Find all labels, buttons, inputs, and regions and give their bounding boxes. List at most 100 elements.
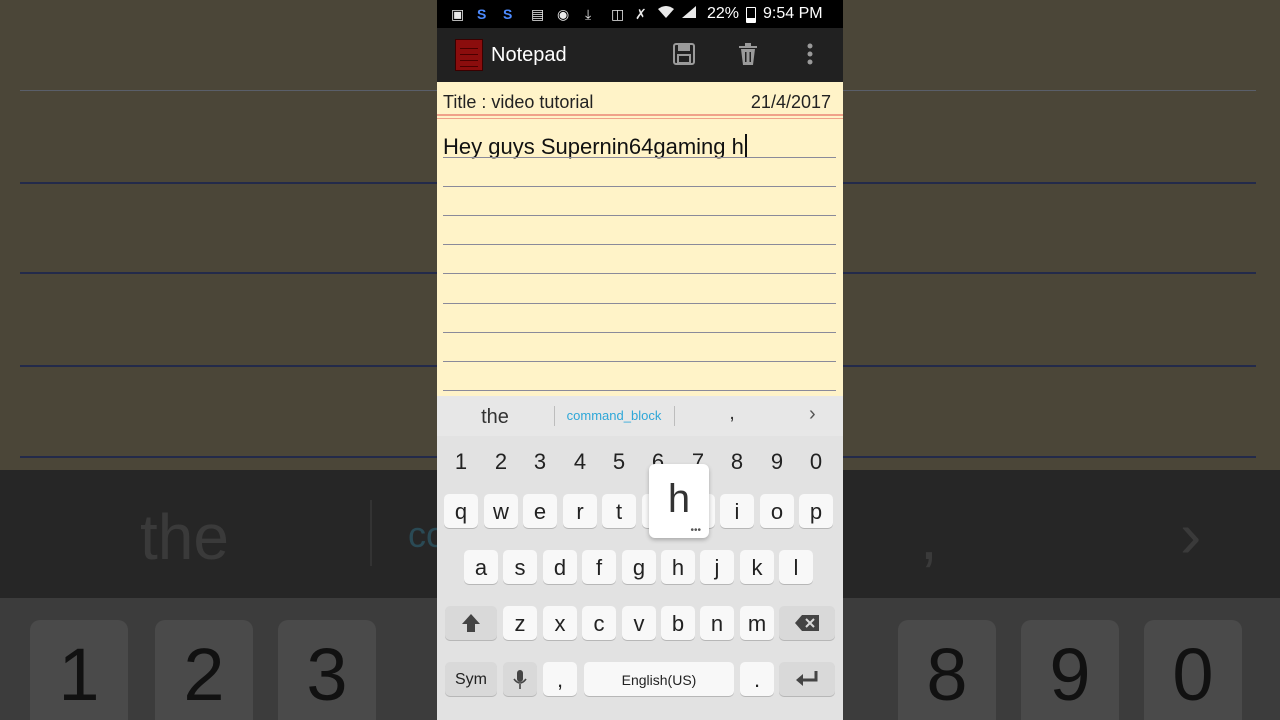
key-t[interactable]: t (602, 494, 636, 528)
wifi-icon (657, 5, 675, 23)
skype-icon: S (477, 6, 487, 22)
note-rule (443, 303, 836, 304)
background-key: 2 (155, 620, 253, 720)
background-key: 9 (1021, 620, 1119, 720)
clock: 9:54 PM (763, 5, 823, 22)
shift-icon (462, 614, 480, 632)
key-f[interactable]: f (582, 550, 616, 584)
key-e[interactable]: e (523, 494, 557, 528)
background-key: 1 (30, 620, 128, 720)
key-x[interactable]: x (543, 606, 577, 640)
note-rule (443, 215, 836, 216)
note-body-field[interactable]: Hey guys Supernin64gaming h (437, 118, 843, 396)
comma-key[interactable]: , (543, 662, 577, 696)
signal-icon (681, 5, 697, 23)
keyboard: 1 2 3 4 5 6 7 8 9 0 q w e r t y u i o p … (437, 436, 843, 720)
key-i[interactable]: i (720, 494, 754, 528)
note-rule (443, 273, 836, 274)
key-c[interactable]: c (582, 606, 616, 640)
briefcase-icon: ▤ (531, 6, 545, 22)
suggestion-item[interactable]: , (677, 402, 787, 425)
background-suggestion-comma: , (920, 501, 938, 573)
key-b[interactable]: b (661, 606, 695, 640)
phone-screen: ▣ S S ▤ ◉ ⤓ ◫ ✗ 22% 9:54 PM Notepad Titl… (437, 0, 843, 720)
background-suggestion-word: the (140, 501, 229, 573)
key-m[interactable]: m (740, 606, 774, 640)
key-q[interactable]: q (444, 494, 478, 528)
background-key: 0 (1144, 620, 1242, 720)
sym-key[interactable]: Sym (445, 662, 497, 696)
key-s[interactable]: s (503, 550, 537, 584)
notepad-logo-icon (455, 39, 483, 71)
background-key: 3 (278, 620, 376, 720)
shift-key[interactable] (445, 606, 497, 640)
battery-icon (746, 7, 756, 23)
microphone-key[interactable] (503, 662, 537, 696)
key-preview-popup: h ••• (649, 464, 709, 538)
mute-icon: ✗ (635, 6, 647, 22)
key-1[interactable]: 1 (443, 444, 479, 478)
key-p[interactable]: p (799, 494, 833, 528)
app-bar: Notepad (437, 28, 843, 82)
skype-icon: S (503, 6, 513, 22)
suggestion-item[interactable]: command_block (555, 408, 673, 423)
text-cursor (744, 134, 747, 158)
note-rule (443, 244, 836, 245)
suggestion-bar: the command_block , › (437, 396, 843, 436)
download-icon: ⤓ (585, 6, 592, 22)
note-rule (443, 361, 836, 362)
chat-icon: ◉ (557, 6, 570, 22)
note-rule (443, 332, 836, 333)
key-0[interactable]: 0 (798, 444, 834, 478)
note-rule (443, 186, 836, 187)
key-w[interactable]: w (484, 494, 518, 528)
app-title: Notepad (491, 44, 567, 66)
backspace-icon (795, 615, 819, 631)
battery-percent: 22% (707, 5, 740, 22)
note-date: 21/4/2017 (750, 92, 831, 112)
title-divider (437, 114, 843, 116)
key-5[interactable]: 5 (601, 444, 637, 478)
key-preview-more-dots: ••• (690, 525, 701, 536)
background-key: 8 (898, 620, 996, 720)
status-bar: ▣ S S ▤ ◉ ⤓ ◫ ✗ 22% 9:54 PM (437, 0, 843, 28)
more-vert-icon[interactable] (797, 42, 823, 68)
key-h[interactable]: h (661, 550, 695, 584)
key-j[interactable]: j (700, 550, 734, 584)
period-key[interactable]: . (740, 662, 774, 696)
key-9[interactable]: 9 (759, 444, 795, 478)
microphone-icon (513, 670, 527, 689)
note-title[interactable]: Title : video tutorial (443, 92, 593, 113)
key-z[interactable]: z (503, 606, 537, 640)
key-l[interactable]: l (779, 550, 813, 584)
save-icon[interactable] (671, 42, 697, 68)
key-4[interactable]: 4 (562, 444, 598, 478)
key-g[interactable]: g (622, 550, 656, 584)
note-rule (443, 390, 836, 391)
space-key[interactable]: English(US) (584, 662, 734, 696)
key-a[interactable]: a (464, 550, 498, 584)
key-3[interactable]: 3 (522, 444, 558, 478)
message-icon: ▣ (451, 6, 465, 22)
background-chevron-right-icon: › (1180, 499, 1202, 571)
enter-icon (796, 671, 818, 686)
key-o[interactable]: o (760, 494, 794, 528)
suggestion-item[interactable]: the (437, 406, 553, 429)
key-v[interactable]: v (622, 606, 656, 640)
enter-key[interactable] (779, 662, 835, 696)
key-d[interactable]: d (543, 550, 577, 584)
key-2[interactable]: 2 (483, 444, 519, 478)
delete-icon[interactable] (735, 42, 761, 68)
key-preview-letter: h (667, 477, 691, 521)
note-rule (443, 157, 836, 158)
key-8[interactable]: 8 (719, 444, 755, 478)
background-separator (370, 500, 372, 566)
key-k[interactable]: k (740, 550, 774, 584)
chevron-right-icon[interactable]: › (809, 403, 816, 426)
key-n[interactable]: n (700, 606, 734, 640)
key-r[interactable]: r (563, 494, 597, 528)
note-header: Title : video tutorial 21/4/2017 (437, 82, 843, 116)
note-body-content: Hey guys Supernin64gaming h (443, 134, 744, 159)
backspace-key[interactable] (779, 606, 835, 640)
cast-icon: ◫ (611, 6, 625, 22)
